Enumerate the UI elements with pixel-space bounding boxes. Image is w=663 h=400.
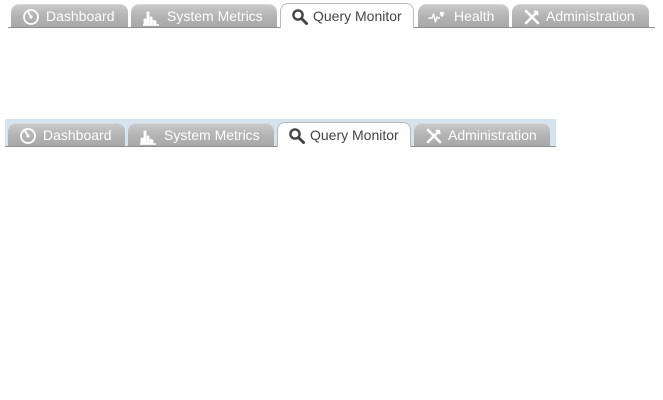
tab-bar-primary: Dashboard System Metrics Query Monitor H… xyxy=(8,0,655,28)
tab-administration[interactable]: Administration xyxy=(414,123,550,146)
chart-icon xyxy=(139,127,157,145)
tab-label: Query Monitor xyxy=(310,127,399,143)
search-icon xyxy=(291,8,309,26)
tab-dashboard[interactable]: Dashboard xyxy=(8,123,125,146)
tab-health[interactable]: Health xyxy=(418,4,509,27)
tab-label: Health xyxy=(454,8,495,24)
tab-bar-secondary: Dashboard System Metrics Query Monitor A… xyxy=(5,119,556,147)
heartbeat-icon xyxy=(428,8,446,26)
tab-query-monitor[interactable]: Query Monitor xyxy=(280,3,414,28)
tab-label: Dashboard xyxy=(46,8,115,24)
tab-label: Dashboard xyxy=(43,127,112,143)
tools-icon xyxy=(523,8,541,26)
gauge-icon xyxy=(19,127,37,145)
search-icon xyxy=(288,127,306,145)
tab-label: Administration xyxy=(448,127,537,143)
tab-label: Administration xyxy=(546,8,635,24)
tab-label: System Metrics xyxy=(167,8,263,24)
tab-label: System Metrics xyxy=(164,127,260,143)
tab-administration[interactable]: Administration xyxy=(512,4,649,27)
gauge-icon xyxy=(22,8,40,26)
tab-query-monitor[interactable]: Query Monitor xyxy=(277,122,411,147)
tab-label: Query Monitor xyxy=(313,8,402,24)
tools-icon xyxy=(425,127,443,145)
tab-system-metrics[interactable]: System Metrics xyxy=(128,123,274,146)
tab-system-metrics[interactable]: System Metrics xyxy=(131,4,277,27)
tab-dashboard[interactable]: Dashboard xyxy=(11,4,128,27)
chart-icon xyxy=(142,8,160,26)
